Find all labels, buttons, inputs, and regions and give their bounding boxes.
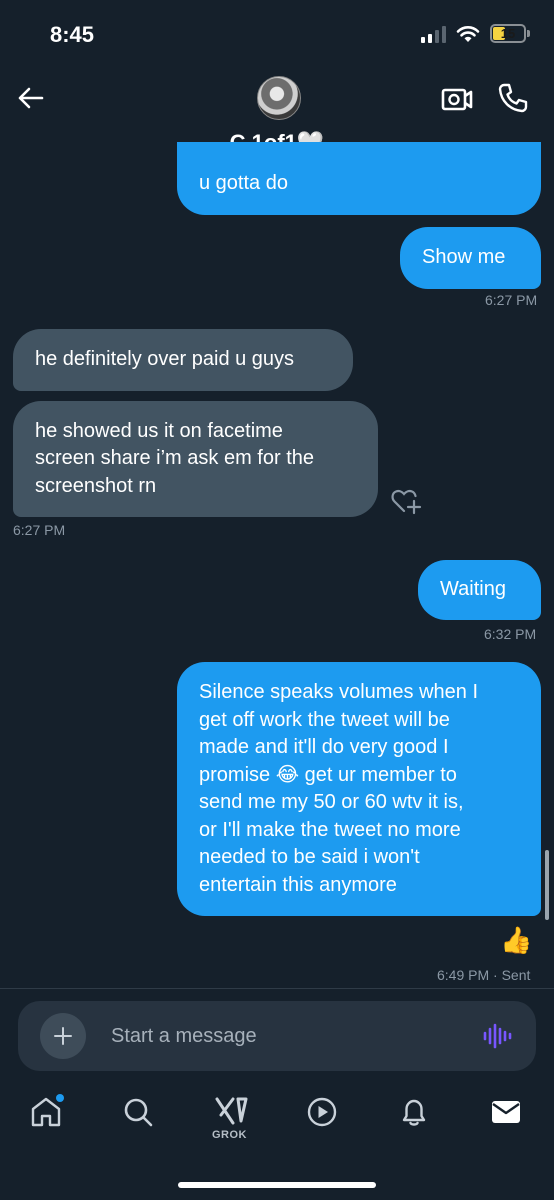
message-composer [18, 1001, 536, 1071]
tab-grok[interactable] [211, 1092, 251, 1132]
message-text-line: needed to be said i won't [199, 846, 420, 868]
message-timestamp: 6:32 PM [484, 626, 537, 642]
received-message[interactable]: he showed us it on facetime screen share… [13, 401, 378, 517]
scrollbar[interactable] [545, 850, 549, 920]
battery-icon: 15 [490, 24, 526, 43]
message-timestamp: 6:27 PM [485, 292, 538, 308]
sent-message[interactable]: u gotta do [177, 142, 541, 215]
home-indicator[interactable] [178, 1182, 376, 1188]
bottom-tab-bar: GROK [0, 1080, 554, 1160]
sent-message[interactable]: Waiting [418, 560, 541, 620]
voice-wave-icon [483, 1023, 512, 1049]
add-reaction-icon [391, 489, 422, 515]
message-text-line: made and it'll do very good I [199, 736, 449, 758]
add-reaction-button[interactable] [390, 485, 422, 515]
message-text-line: entertain this anymore [199, 873, 397, 896]
message-text-line: he showed us it on facetime [35, 419, 283, 442]
sent-message[interactable]: Silence speaks volumes when I get off wo… [177, 662, 541, 916]
message-reaction[interactable]: 👍 [500, 925, 532, 956]
message-text-line: or I'll make the tweet no more [199, 818, 461, 841]
message-text: Waiting [440, 578, 506, 601]
status-bar: 8:45 15 [0, 0, 554, 70]
add-media-button[interactable] [40, 1013, 86, 1059]
message-text-line: screenshot rn [35, 474, 157, 497]
message-text: he definitely over paid u guys [35, 348, 295, 371]
video-call-icon [441, 88, 473, 111]
battery-level: 15 [500, 26, 516, 41]
search-icon [124, 1098, 153, 1127]
received-message[interactable]: he definitely over paid u guys [13, 329, 353, 391]
back-button[interactable] [14, 82, 46, 114]
video-call-button[interactable] [441, 84, 473, 114]
message-text: Show me [422, 246, 506, 269]
message-text-line: promise 😂 get ur member to [199, 763, 457, 786]
tab-notifications[interactable] [394, 1092, 434, 1132]
phone-call-button[interactable] [497, 82, 529, 114]
tab-messages[interactable] [486, 1092, 526, 1132]
voice-message-button[interactable] [481, 1020, 513, 1052]
phone-icon [498, 83, 528, 113]
message-text-line: send me my 50 or 60 wtv it is, [199, 791, 464, 813]
message-text-line: screen share i’m ask em for the [35, 447, 314, 470]
avatar[interactable] [257, 76, 301, 120]
grok-label: GROK [212, 1129, 247, 1141]
mail-icon [492, 1101, 520, 1123]
tab-search[interactable] [118, 1092, 158, 1132]
status-time: 8:45 [50, 22, 95, 47]
divider [0, 988, 554, 989]
tab-home[interactable] [26, 1092, 66, 1132]
notification-dot [56, 1094, 64, 1102]
message-text-line: Silence speaks volumes when I [199, 681, 479, 703]
wifi-icon [456, 25, 480, 42]
back-arrow-icon [18, 87, 44, 109]
plus-icon [54, 1027, 72, 1045]
message-input[interactable] [111, 1021, 471, 1051]
message-timestamp: 6:49 PM · Sent [437, 967, 531, 983]
signal-icon [421, 25, 446, 43]
message-timestamp: 6:27 PM [13, 522, 66, 538]
message-text: u gotta do [199, 172, 288, 194]
message-text-line: get off work the tweet will be [199, 708, 450, 731]
tab-video[interactable] [302, 1092, 342, 1132]
sent-message[interactable]: Show me [400, 227, 541, 289]
grok-icon [215, 1097, 248, 1125]
bell-icon [402, 1099, 426, 1126]
play-icon [307, 1097, 337, 1127]
status-icons: 15 [421, 24, 530, 43]
